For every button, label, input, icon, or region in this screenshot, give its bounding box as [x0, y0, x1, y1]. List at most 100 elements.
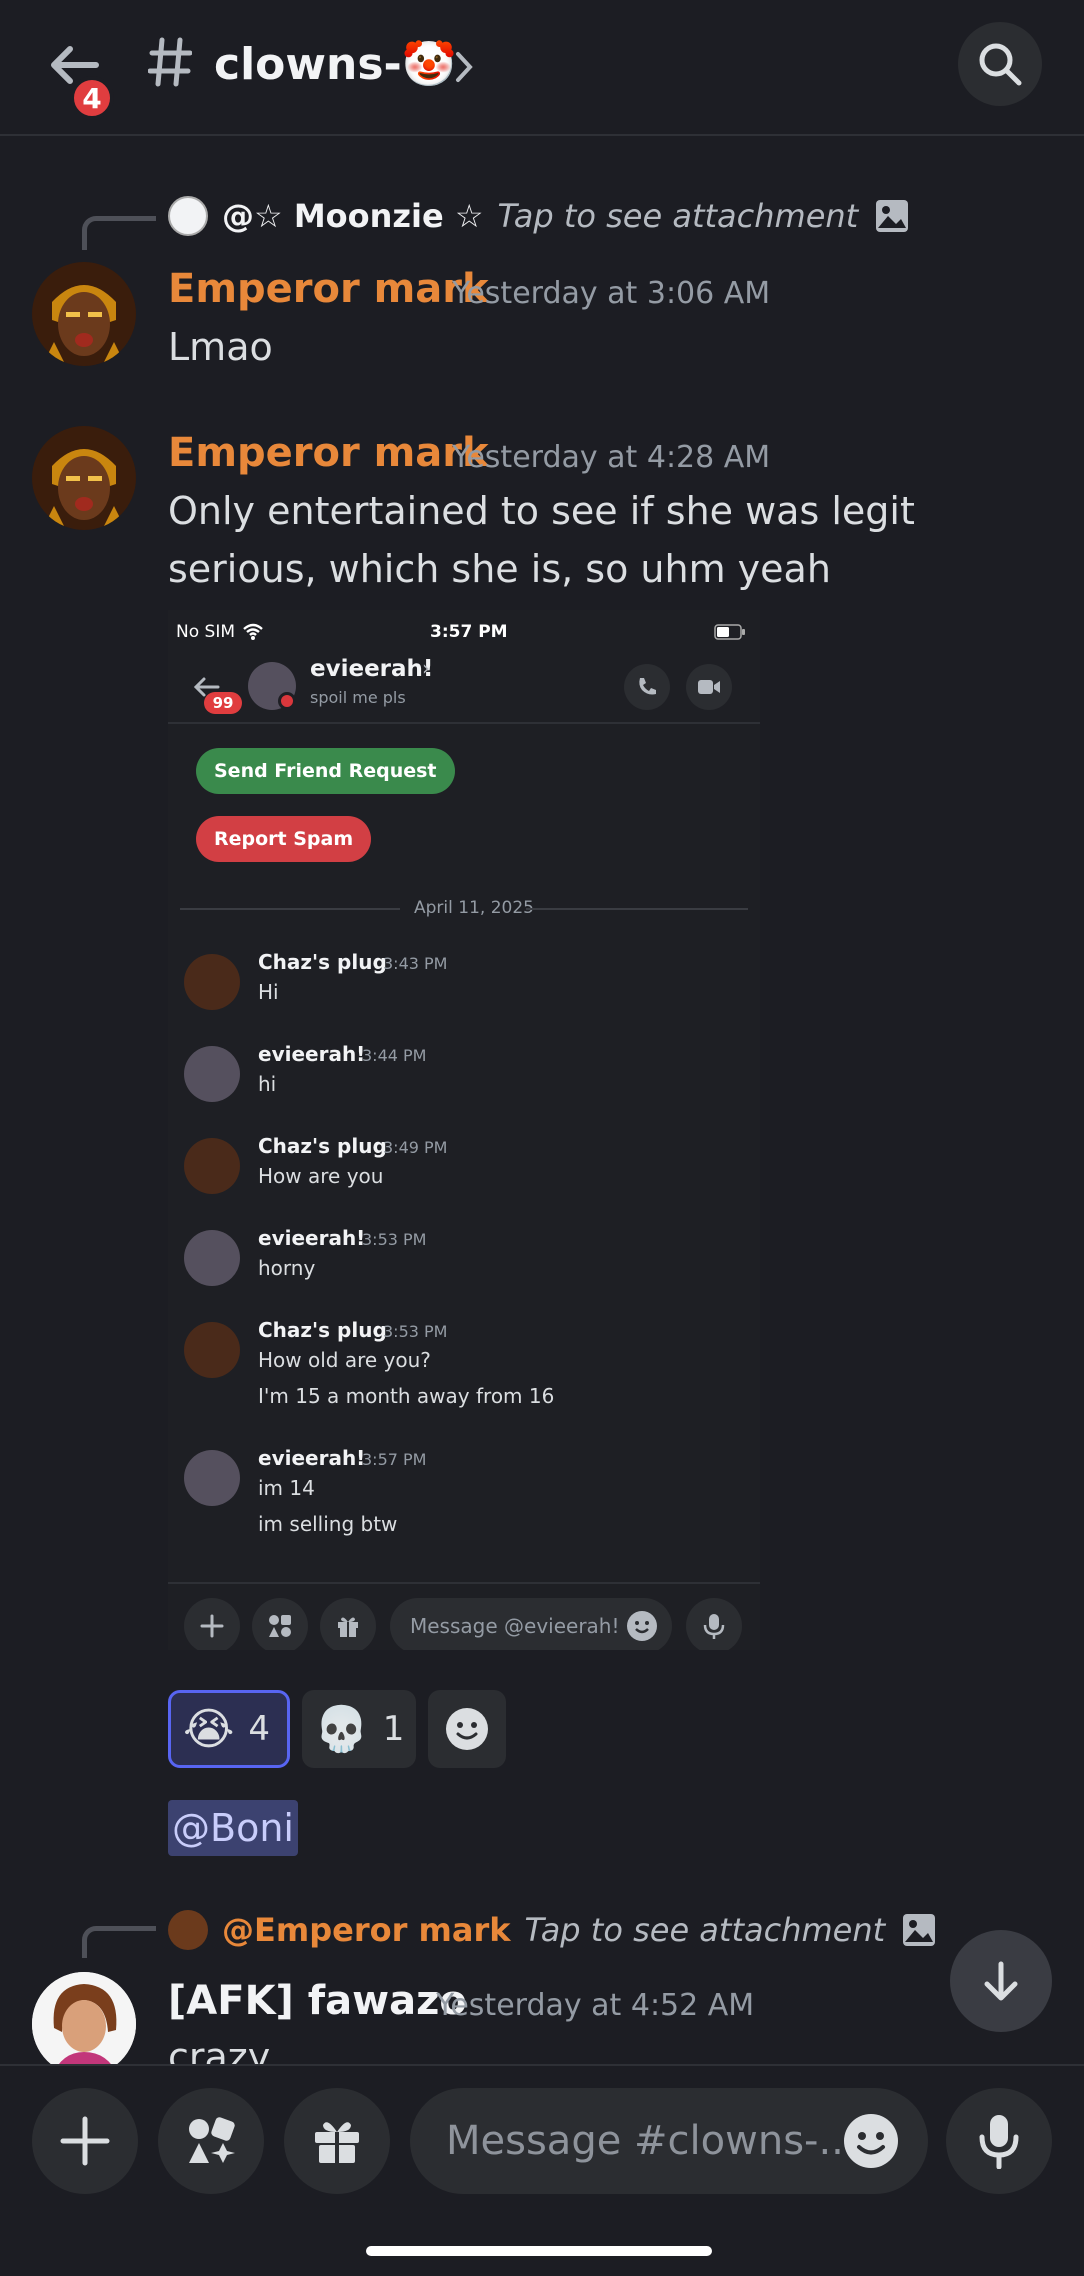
add-attachment-button[interactable] — [32, 2088, 138, 2194]
chat-author: evieerah! — [258, 1042, 366, 1066]
chat-time: 3:53 PM — [362, 1230, 427, 1249]
chevron-right-icon[interactable] — [454, 50, 474, 84]
chat-text: Hi — [258, 980, 279, 1004]
message-text: crazy — [168, 2035, 271, 2064]
reply-author: @☆ 𝗠𝗼𝗼𝗻𝘇𝗶𝗲 ☆ — [222, 197, 484, 235]
plus-icon — [200, 1614, 224, 1638]
reaction-loudly-crying[interactable]: 😭 4 — [168, 1690, 290, 1768]
chat-author: Chaz's plug — [258, 950, 387, 974]
dnd-status-icon — [278, 692, 296, 710]
chat-text: horny — [258, 1256, 316, 1280]
divider — [168, 1582, 760, 1584]
unread-badge: 4 — [70, 76, 114, 120]
user-mention[interactable]: @Boni — [168, 1800, 298, 1856]
add-reaction-button[interactable] — [428, 1690, 506, 1768]
chat-time: 3:43 PM — [383, 954, 448, 973]
author-name[interactable]: [AFK] fawazo — [168, 1978, 467, 2024]
reply-text: Tap to see attachment — [524, 1911, 886, 1949]
avatar — [184, 1138, 240, 1194]
gift-icon — [315, 2122, 359, 2163]
divider — [180, 908, 400, 910]
avatar[interactable] — [32, 426, 136, 530]
apps-button[interactable] — [158, 2088, 264, 2194]
reply-connector — [82, 216, 156, 250]
author-name[interactable]: Emperor mark — [168, 430, 489, 476]
avatar — [184, 1046, 240, 1102]
reply-connector — [82, 1926, 156, 1958]
gift-button[interactable] — [284, 2088, 390, 2194]
message-text: Only entertained to see if she was legit… — [168, 489, 915, 591]
image-icon — [903, 1914, 936, 1946]
chat-text: im selling btw — [258, 1512, 398, 1536]
timestamp: Yesterday at 4:28 AM — [452, 440, 771, 475]
emoji-icon — [446, 1708, 488, 1750]
reaction-emoji: 😭 — [183, 1703, 235, 1755]
chat-author: Chaz's plug — [258, 1318, 387, 1342]
emoji-icon — [627, 1611, 657, 1641]
add-button — [184, 1598, 240, 1650]
apps-icon — [269, 1615, 291, 1637]
chat-time: 3:57 PM — [362, 1450, 427, 1469]
chat-text: im 14 — [258, 1476, 315, 1500]
hashtag-icon — [148, 37, 192, 87]
message-text: Lmao — [168, 325, 273, 369]
phone-icon — [639, 678, 656, 695]
emperor-avatar-icon — [32, 426, 136, 530]
avatar — [184, 1230, 240, 1286]
reply-preview[interactable]: @Emperor mark Tap to see attachment — [168, 1910, 937, 1950]
plus-icon — [60, 2116, 110, 2166]
avatar — [184, 1322, 240, 1378]
reply-preview[interactable]: @☆ 𝗠𝗼𝗼𝗻𝘇𝗶𝗲 ☆ Tap to see attachment — [168, 196, 910, 236]
reply-text: Tap to see attachment — [497, 197, 859, 235]
dm-name: evieerah! — [310, 656, 434, 682]
reaction-count: 1 — [382, 1709, 405, 1749]
chevron-right-icon: › — [422, 656, 430, 680]
avatar[interactable] — [32, 1972, 136, 2076]
battery-icon — [714, 624, 745, 640]
image-attachment[interactable]: No SIM 3:57 PM 99 evieerah! › spoil me p… — [168, 610, 760, 1650]
video-icon — [698, 680, 720, 694]
microphone-icon — [703, 1614, 725, 1639]
divider — [168, 722, 760, 724]
divider — [526, 908, 748, 910]
apps-icon — [189, 2117, 235, 2163]
mic-button — [686, 1598, 742, 1650]
jump-to-latest-button[interactable] — [950, 1930, 1052, 2032]
timestamp: Yesterday at 3:06 AM — [452, 276, 771, 311]
channel-title[interactable]: clowns-🤡 — [214, 38, 457, 90]
chat-author: evieerah! — [258, 1226, 366, 1250]
fawazo-avatar-icon — [32, 1972, 136, 2076]
dm-status: spoil me pls — [310, 688, 406, 707]
arrow-down-icon — [984, 1961, 1018, 2001]
chat-author: Chaz's plug — [258, 1134, 387, 1158]
microphone-icon — [979, 2115, 1019, 2169]
video-button — [686, 664, 732, 710]
gift-button — [320, 1598, 376, 1650]
avatar — [184, 1450, 240, 1506]
avatar — [168, 1910, 208, 1950]
emoji-icon[interactable] — [842, 2112, 900, 2170]
status-time: 3:57 PM — [430, 622, 508, 642]
send-friend-request-button: Send Friend Request — [196, 748, 455, 794]
avatar — [168, 196, 208, 236]
chat-text: hi — [258, 1072, 277, 1096]
home-indicator — [366, 2246, 712, 2256]
reaction-emoji: 💀 — [314, 1704, 369, 1755]
search-button[interactable] — [958, 22, 1042, 106]
unread-badge: 99 — [204, 692, 242, 714]
wifi-icon — [243, 623, 263, 640]
author-name[interactable]: Emperor mark — [168, 266, 489, 312]
search-icon — [979, 43, 1022, 86]
apps-button — [252, 1598, 308, 1650]
image-icon — [876, 200, 909, 232]
avatar[interactable] — [32, 262, 136, 366]
avatar — [184, 954, 240, 1010]
channel-header: 4 clowns-🤡 — [0, 0, 1084, 136]
voice-message-button[interactable] — [946, 2088, 1052, 2194]
chat-text: How old are you? — [258, 1348, 431, 1372]
date-divider: April 11, 2025 — [414, 898, 534, 918]
status-carrier: No SIM — [176, 622, 235, 642]
reaction-skull[interactable]: 💀 1 — [302, 1690, 416, 1768]
reply-author: @Emperor mark — [222, 1911, 511, 1949]
reaction-count: 4 — [248, 1709, 271, 1749]
